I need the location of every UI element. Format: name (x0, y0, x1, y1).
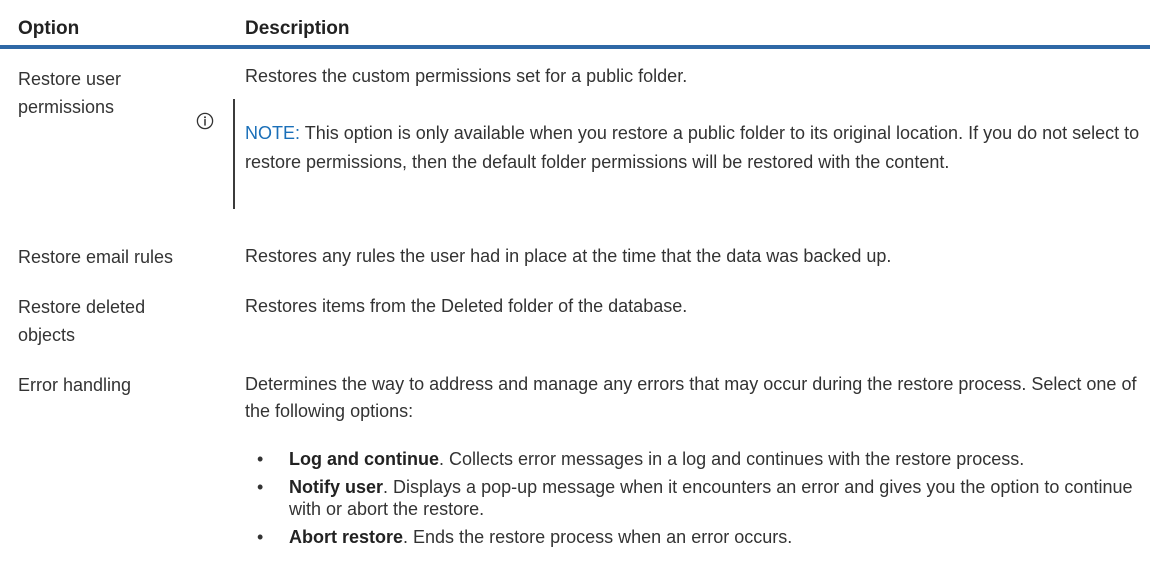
bullet-text: . Ends the restore process when an error… (403, 527, 793, 547)
bullet-label: Log and continue (289, 449, 439, 469)
option-restore-email-rules: Restore email rules (18, 247, 174, 267)
list-item: • Notify user. Displays a pop-up message… (245, 476, 1140, 520)
note-block: NOTE: This option is only available when… (245, 119, 1140, 177)
bullet-icon: • (257, 527, 264, 547)
list-item: • Log and continue. Collects error messa… (245, 448, 1140, 470)
note-text: This option is only available when you r… (245, 123, 1140, 172)
option-restore-deleted-objects: Restore deleted objects (18, 293, 208, 349)
header-description: Description (245, 18, 350, 39)
option-restore-user-permissions: Restore user permissions (18, 65, 208, 121)
description-restore-deleted-objects: Restores items from the Deleted folder o… (245, 296, 688, 316)
option-text-line: permissions (18, 97, 115, 117)
option-text-line: Restore user (18, 69, 122, 89)
bullet-icon: • (257, 477, 264, 497)
bullet-text: . Displays a pop-up message when it enco… (289, 477, 1133, 519)
list-item: • Abort restore. Ends the restore proces… (245, 526, 1140, 548)
note-divider (233, 99, 235, 209)
option-text-line: objects (18, 325, 76, 345)
description-restore-user-permissions: Restores the custom permissions set for … (245, 66, 688, 86)
error-handling-options: • Log and continue. Collects error messa… (245, 448, 1140, 554)
note-label: NOTE: (245, 123, 301, 143)
bullet-label: Abort restore (289, 527, 404, 547)
option-text-line: Restore deleted (18, 297, 146, 317)
options-table: Option Description Restore user permissi… (0, 0, 1150, 586)
header-option: Option (18, 18, 80, 39)
option-error-handling: Error handling (18, 375, 132, 395)
bullet-icon: • (257, 449, 264, 469)
description-restore-email-rules: Restores any rules the user had in place… (245, 246, 892, 266)
description-error-handling: Determines the way to address and manage… (245, 374, 1137, 421)
bullet-text: . Collects error messages in a log and c… (439, 449, 1025, 469)
header-divider (0, 45, 1150, 49)
bullet-label: Notify user (289, 477, 384, 497)
table-header: Option Description (0, 0, 1150, 46)
info-icon (196, 112, 214, 130)
